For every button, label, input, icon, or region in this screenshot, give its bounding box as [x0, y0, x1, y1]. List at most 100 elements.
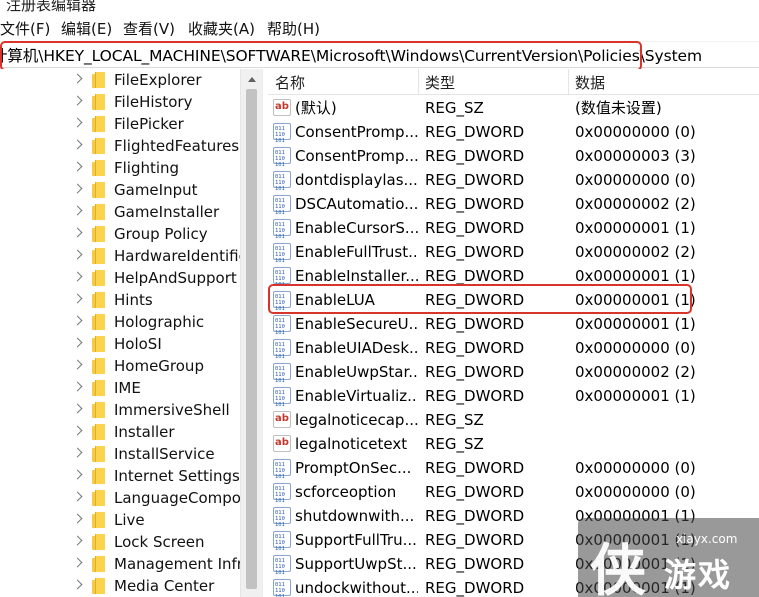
address-bar[interactable]: 计算机\HKEY_LOCAL_MACHINE\SOFTWARE\Microsof…: [0, 42, 759, 68]
tree-item[interactable]: HomeGroup: [0, 355, 240, 377]
table-row[interactable]: ab (默认) REG_SZ (数值未设置): [268, 96, 759, 120]
tree-scrollbar[interactable]: [240, 69, 262, 597]
chevron-right-icon[interactable]: [72, 293, 83, 304]
chevron-right-icon[interactable]: [72, 579, 83, 590]
tree-item[interactable]: Lock Screen: [0, 531, 240, 553]
menu-help[interactable]: 帮助(H): [267, 18, 320, 39]
dword-value-icon: 011 110 101: [273, 315, 291, 336]
table-row[interactable]: 011 110 101 EnableFullTrust... REG_DWORD 0x00…: [268, 240, 759, 264]
chevron-right-icon[interactable]: [72, 469, 83, 480]
tree-item[interactable]: Holographic: [0, 311, 240, 333]
chevron-right-icon[interactable]: [72, 447, 83, 458]
folder-icon: [92, 512, 105, 528]
table-row[interactable]: 011 110 101 EnableLUA REG_DWORD 0x00000001 (1…: [268, 288, 759, 312]
table-row[interactable]: 011 110 101 scforceoption REG_DWORD 0x0000000…: [268, 480, 759, 504]
menu-file[interactable]: 文件(F): [0, 18, 50, 39]
scrollbar-thumb[interactable]: [246, 89, 257, 589]
chevron-right-icon[interactable]: [72, 117, 83, 128]
column-divider[interactable]: [418, 69, 419, 95]
tree-item[interactable]: GameInstaller: [0, 201, 240, 223]
tree-item-label: Group Policy: [114, 225, 208, 243]
table-row[interactable]: 011 110 101 ConsentPromp... REG_DWORD 0x00000…: [268, 144, 759, 168]
value-data: 0x00000000 (0): [575, 171, 696, 189]
tree-item-label: HardwareIdentific: [114, 247, 240, 265]
table-row[interactable]: 011 110 101 EnableUIADesk... REG_DWORD 0x0000…: [268, 336, 759, 360]
folder-icon: [92, 94, 105, 110]
tree-item[interactable]: IME: [0, 377, 240, 399]
column-header-name[interactable]: 名称: [275, 72, 305, 94]
chevron-right-icon[interactable]: [72, 183, 83, 194]
value-data: 0x00000003 (3): [575, 147, 696, 165]
tree-item[interactable]: ImmersiveShell: [0, 399, 240, 421]
value-name: DSCAutomatio...: [295, 195, 418, 213]
table-row[interactable]: 011 110 101 PromptOnSec... REG_DWORD 0x000000…: [268, 456, 759, 480]
chevron-right-icon[interactable]: [72, 271, 83, 282]
chevron-right-icon[interactable]: [72, 139, 83, 150]
tree-item-label: ImmersiveShell: [114, 401, 230, 419]
chevron-right-icon[interactable]: [72, 535, 83, 546]
menu-edit[interactable]: 编辑(E): [61, 18, 112, 39]
tree-item[interactable]: Media Center: [0, 575, 240, 597]
tree-item[interactable]: Group Policy: [0, 223, 240, 245]
menu-favorites[interactable]: 收藏夹(A): [188, 18, 255, 39]
dword-value-icon: 011 110 101: [273, 531, 291, 552]
dword-value-icon: 011 110 101: [273, 195, 291, 216]
chevron-right-icon[interactable]: [72, 337, 83, 348]
tree-item[interactable]: HoloSI: [0, 333, 240, 355]
table-row[interactable]: 011 110 101 EnableInstaller... REG_DWORD 0x00…: [268, 264, 759, 288]
tree-item[interactable]: InstallService: [0, 443, 240, 465]
column-header-data[interactable]: 数据: [575, 72, 605, 94]
tree-item[interactable]: Flighting: [0, 157, 240, 179]
value-name: EnableVirtualiz...: [295, 387, 418, 405]
chevron-right-icon[interactable]: [72, 403, 83, 414]
chevron-right-icon[interactable]: [72, 557, 83, 568]
table-row[interactable]: 011 110 101 ConsentPromp... REG_DWORD 0x00000…: [268, 120, 759, 144]
scroll-up-arrow-icon[interactable]: [248, 77, 256, 82]
chevron-right-icon[interactable]: [72, 73, 83, 84]
menu-view[interactable]: 查看(V): [123, 18, 175, 39]
tree-item[interactable]: FlightedFeatures: [0, 135, 240, 157]
tree-item[interactable]: HardwareIdentific: [0, 245, 240, 267]
chevron-right-icon[interactable]: [72, 381, 83, 392]
tree-item[interactable]: FileHistory: [0, 91, 240, 113]
chevron-right-icon[interactable]: [72, 95, 83, 106]
folder-icon: [92, 270, 105, 286]
tree-item[interactable]: HelpAndSupport: [0, 267, 240, 289]
chevron-right-icon[interactable]: [72, 315, 83, 326]
address-path[interactable]: 计算机\HKEY_LOCAL_MACHINE\SOFTWARE\Microsof…: [0, 44, 702, 66]
tree-item[interactable]: FileExplorer: [0, 69, 240, 91]
tree-item[interactable]: Management Infr: [0, 553, 240, 575]
value-name: PromptOnSec...: [295, 459, 412, 477]
chevron-right-icon[interactable]: [72, 425, 83, 436]
table-row[interactable]: 011 110 101 dontdisplaylas... REG_DWORD 0x000…: [268, 168, 759, 192]
table-row[interactable]: 011 110 101 EnableUwpStar... REG_DWORD 0x0000…: [268, 360, 759, 384]
tree-item[interactable]: GameInput: [0, 179, 240, 201]
tree-item-label: Installer: [114, 423, 175, 441]
list-header: 名称 类型 数据: [268, 69, 759, 95]
chevron-right-icon[interactable]: [72, 359, 83, 370]
chevron-right-icon[interactable]: [72, 205, 83, 216]
string-value-icon: ab: [273, 411, 291, 428]
tree-item[interactable]: Hints: [0, 289, 240, 311]
chevron-right-icon[interactable]: [72, 249, 83, 260]
table-row[interactable]: ab legalnoticecap... REG_SZ: [268, 408, 759, 432]
folder-icon: [92, 226, 105, 242]
chevron-right-icon[interactable]: [72, 491, 83, 502]
chevron-right-icon[interactable]: [72, 227, 83, 238]
tree-item[interactable]: FilePicker: [0, 113, 240, 135]
dword-value-icon: 011 110 101: [273, 267, 291, 288]
table-row[interactable]: 011 110 101 EnableCursorS... REG_DWORD 0x0000…: [268, 216, 759, 240]
tree-item[interactable]: LanguageCompo: [0, 487, 240, 509]
tree-item[interactable]: Live: [0, 509, 240, 531]
table-row[interactable]: 011 110 101 EnableSecureU... REG_DWORD 0x0000…: [268, 312, 759, 336]
table-row[interactable]: 011 110 101 DSCAutomatio... REG_DWORD 0x00000…: [268, 192, 759, 216]
chevron-right-icon[interactable]: [72, 513, 83, 524]
column-header-type[interactable]: 类型: [425, 72, 455, 94]
table-row[interactable]: ab legalnoticetext REG_SZ: [268, 432, 759, 456]
table-row[interactable]: 011 110 101 EnableVirtualiz... REG_DWORD 0x00…: [268, 384, 759, 408]
tree-item[interactable]: Internet Settings: [0, 465, 240, 487]
tree-item-label: GameInstaller: [114, 203, 220, 221]
column-divider[interactable]: [568, 69, 569, 95]
chevron-right-icon[interactable]: [72, 161, 83, 172]
tree-item[interactable]: Installer: [0, 421, 240, 443]
